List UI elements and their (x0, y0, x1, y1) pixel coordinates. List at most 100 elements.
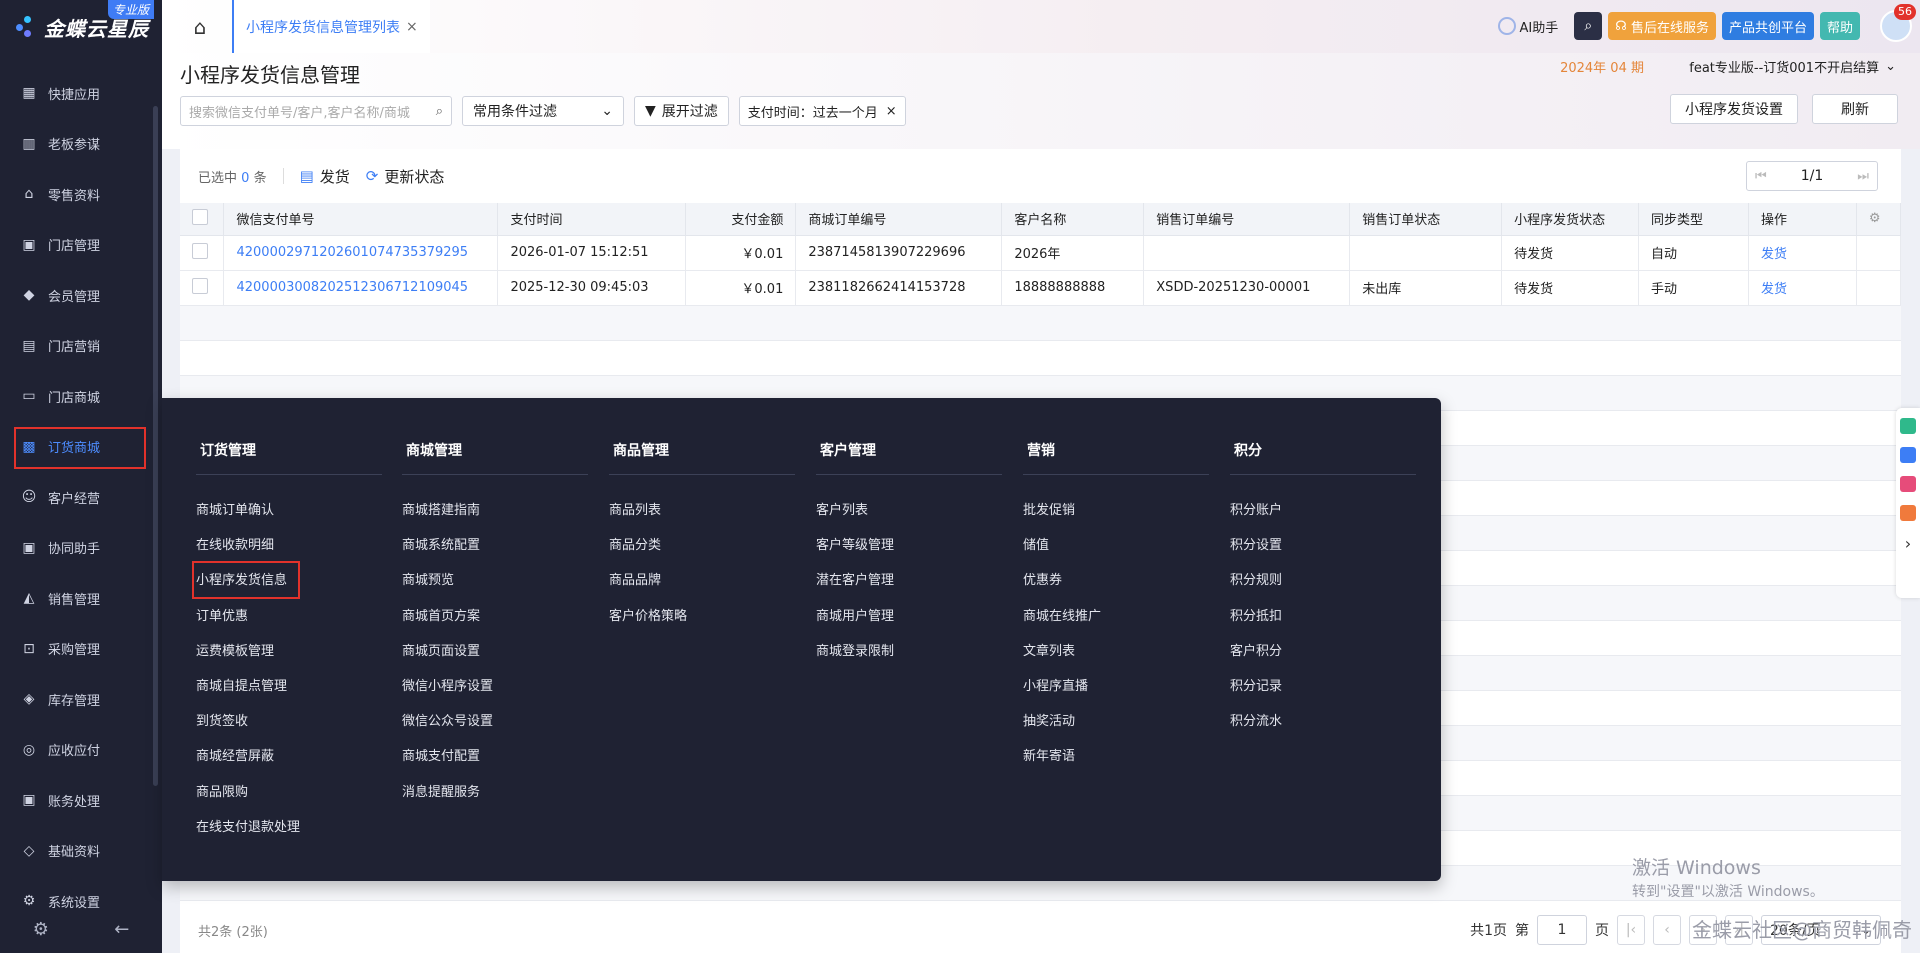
pay-no-link[interactable]: 4200002971202601074735379295 (236, 245, 468, 260)
period-label[interactable]: 2024年 04 期 (1560, 57, 1644, 76)
mega-menu-item[interactable]: 消息提醒服务 (402, 775, 588, 810)
sidebar-item-9[interactable]: ▣ 协同助手 (0, 523, 162, 574)
mega-menu-item[interactable]: 客户列表 (816, 493, 1002, 528)
mega-menu-item[interactable]: 积分抵扣 (1230, 599, 1416, 634)
column-header[interactable]: 销售订单编号 (1143, 203, 1351, 236)
mega-menu-item[interactable]: 到货签收 (196, 704, 382, 739)
mega-menu-item[interactable]: 客户价格策略 (609, 599, 795, 634)
brand-logo[interactable]: 金蝶云星辰 专业版 (0, 0, 162, 54)
sidebar-item-11[interactable]: ⊡ 采购管理 (0, 624, 162, 675)
mega-menu-item[interactable]: 积分设置 (1230, 528, 1416, 563)
mega-menu-item[interactable]: 储值 (1023, 528, 1209, 563)
sidebar-item-2[interactable]: ⌂ 零售资料 (0, 169, 162, 220)
mega-menu-item[interactable]: 商城系统配置 (402, 528, 588, 563)
service-button[interactable]: ☊ 售后在线服务 (1608, 12, 1716, 40)
sidebar-item-15[interactable]: ◇ 基础资料 (0, 826, 162, 877)
column-header[interactable]: 商城订单编号 (795, 203, 1003, 236)
last-page-icon[interactable]: ⏭ (1857, 169, 1869, 184)
search-input[interactable]: 搜索微信支付单号/客户,客户名称/商城 ⌕ (180, 96, 452, 126)
row-checkbox[interactable] (192, 242, 208, 259)
sidebar-item-8[interactable]: ☺ 客户经营 (0, 472, 162, 523)
platform-button[interactable]: 产品共创平台 (1721, 12, 1814, 40)
mega-menu-item[interactable]: 商品限购 (196, 775, 382, 810)
sidebar-item-14[interactable]: ▣ 账务处理 (0, 775, 162, 826)
expand-chevron-icon[interactable]: › (1905, 534, 1911, 553)
mega-menu-item[interactable]: 文章列表 (1023, 634, 1209, 669)
sidebar-item-7[interactable]: ▩ 订货商城 (0, 422, 162, 473)
ship-button[interactable]: ▤ 发货 (300, 166, 350, 187)
select-all-checkbox[interactable] (192, 208, 208, 225)
mega-menu-item[interactable]: 运费模板管理 (196, 634, 382, 669)
ship-action-link[interactable]: 发货 (1761, 247, 1787, 262)
filter-chip-pay-time[interactable]: 支付时间：过去一个月 × (738, 96, 906, 126)
table-row[interactable]: 4200002971202601074735379295 2026-01-07 1… (180, 235, 1902, 271)
mega-menu-item[interactable]: 新年寄语 (1023, 739, 1209, 774)
table-row[interactable]: 4200003008202512306712109045 2025-12-30 0… (180, 270, 1902, 306)
mega-menu-item[interactable]: 商品列表 (609, 493, 795, 528)
column-header[interactable]: 销售订单状态 (1349, 203, 1503, 236)
first-page-button[interactable]: |‹ (1617, 915, 1645, 945)
mega-menu-item[interactable]: 商城经营屏蔽 (196, 739, 382, 774)
refresh-button[interactable]: 刷新 (1812, 94, 1898, 124)
mega-menu-item[interactable]: 商城自提点管理 (196, 669, 382, 704)
ai-assistant-button[interactable]: AI助手 (1497, 17, 1558, 36)
settings-icon[interactable]: ⚙ (33, 919, 49, 940)
mega-menu-item[interactable]: 商城搭建指南 (402, 493, 588, 528)
tab-close-icon[interactable]: × (406, 19, 418, 35)
mega-menu-item[interactable]: 优惠券 (1023, 563, 1209, 598)
mega-menu-item[interactable]: 在线支付退款处理 (196, 810, 382, 845)
chip-close-icon[interactable]: × (886, 104, 897, 119)
column-header[interactable]: 同步类型 (1638, 203, 1749, 236)
mega-menu-item[interactable]: 积分账户 (1230, 493, 1416, 528)
column-settings-icon[interactable]: ⚙ (1869, 211, 1881, 226)
home-icon[interactable]: ⌂ (182, 9, 218, 45)
mega-menu-item[interactable]: 商城页面设置 (402, 634, 588, 669)
column-header[interactable]: 客户名称 (1001, 203, 1145, 236)
column-header[interactable]: 操作 (1748, 203, 1857, 236)
mega-menu-item[interactable]: 积分流水 (1230, 704, 1416, 739)
chat-float-icon[interactable] (1900, 447, 1916, 463)
sidebar-item-3[interactable]: ▣ 门店管理 (0, 220, 162, 271)
mega-menu-item[interactable]: 微信公众号设置 (402, 704, 588, 739)
avatar[interactable]: 56 (1880, 4, 1916, 42)
mega-menu-item[interactable]: 批发促销 (1023, 493, 1209, 528)
ship-action-link[interactable]: 发货 (1761, 282, 1787, 297)
column-header[interactable]: 小程序发货状态 (1501, 203, 1640, 236)
help-float-icon[interactable] (1900, 418, 1916, 434)
pay-no-link[interactable]: 4200003008202512306712109045 (236, 280, 468, 295)
sidebar-item-0[interactable]: ▦ 快捷应用 (0, 68, 162, 119)
mega-menu-item[interactable]: 小程序直播 (1023, 669, 1209, 704)
mega-menu-item[interactable]: 商城首页方案 (402, 599, 588, 634)
mega-menu-item[interactable]: 客户积分 (1230, 634, 1416, 669)
mega-menu-item[interactable]: 商城在线推广 (1023, 599, 1209, 634)
search-icon[interactable]: ⌕ (436, 104, 443, 119)
mega-menu-item[interactable]: 商品分类 (609, 528, 795, 563)
mega-menu-item[interactable]: 商品品牌 (609, 563, 795, 598)
help-button[interactable]: 帮助 (1819, 12, 1860, 40)
sidebar-item-13[interactable]: ◎ 应收应付 (0, 725, 162, 776)
sidebar-item-10[interactable]: ◭ 销售管理 (0, 573, 162, 624)
first-page-icon[interactable]: ⏮ (1755, 169, 1767, 184)
column-header[interactable]: 支付金额 (685, 203, 797, 236)
common-filter-select[interactable]: 常用条件过滤 ⌄ (462, 96, 624, 126)
mega-menu-item[interactable]: 抽奖活动 (1023, 704, 1209, 739)
mega-menu-item[interactable]: 客户等级管理 (816, 528, 1002, 563)
mega-menu-item[interactable]: 积分记录 (1230, 669, 1416, 704)
mega-menu-item[interactable]: 商城订单确认 (196, 493, 382, 528)
mega-menu-item[interactable]: 订单优惠 (196, 599, 382, 634)
sidebar-item-4[interactable]: ◆ 会员管理 (0, 270, 162, 321)
sidebar-item-5[interactable]: ▤ 门店营销 (0, 321, 162, 372)
sidebar-scrollbar[interactable] (153, 106, 158, 786)
column-header[interactable]: 支付时间 (497, 203, 687, 236)
collapse-arrow-icon[interactable]: ← (114, 919, 129, 940)
mega-menu-item[interactable]: 在线收款明细 (196, 528, 382, 563)
mega-menu-item[interactable]: 积分规则 (1230, 563, 1416, 598)
feedback-float-icon[interactable] (1900, 476, 1916, 492)
mega-menu-item[interactable]: 小程序发货信息 (192, 561, 382, 600)
update-status-button[interactable]: ⟳ 更新状态 (366, 166, 445, 187)
tab-shipping-list[interactable]: 小程序发货信息管理列表 × (232, 0, 430, 53)
column-header[interactable]: 微信支付单号 (223, 203, 499, 236)
expand-filter-button[interactable]: ▼ 展开过滤 (634, 96, 729, 126)
mega-menu-item[interactable]: 商城登录限制 (816, 634, 1002, 669)
sidebar-item-6[interactable]: ▭ 门店商城 (0, 371, 162, 422)
